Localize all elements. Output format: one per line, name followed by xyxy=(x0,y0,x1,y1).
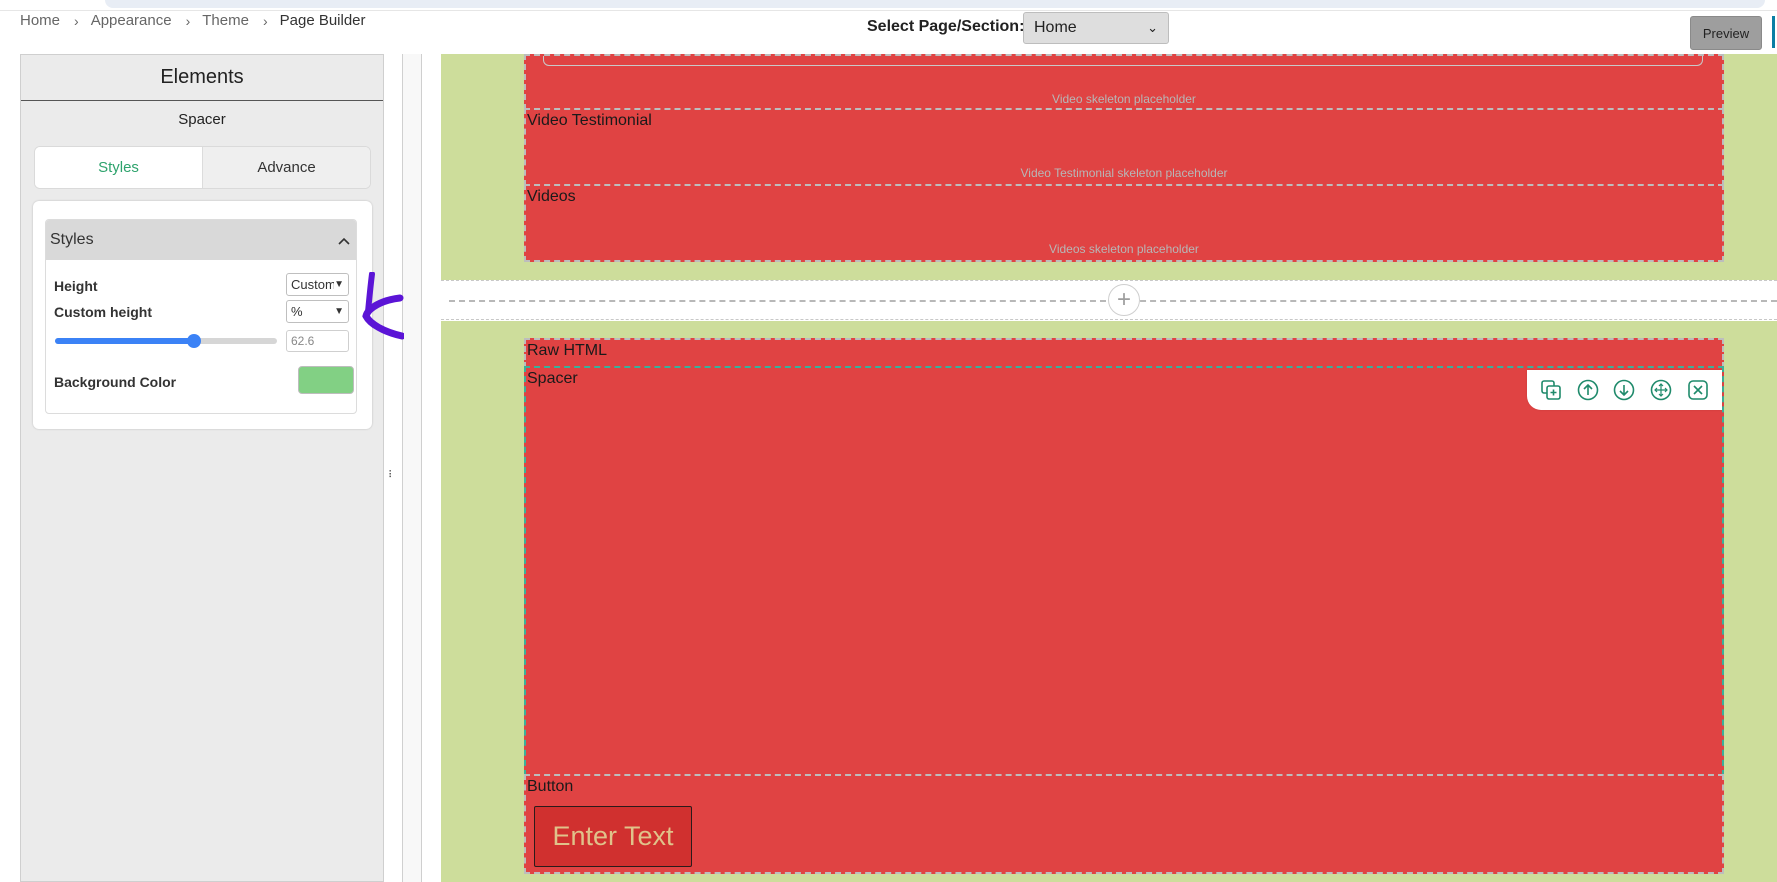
element-raw-html[interactable]: Raw HTML xyxy=(524,338,1724,368)
breadcrumb-page-builder: Page Builder xyxy=(279,12,366,29)
chevron-down-icon: ▼ xyxy=(334,306,344,317)
chevron-down-icon: ⌄ xyxy=(1147,20,1158,35)
slider-fill xyxy=(55,338,194,344)
chevron-up-icon xyxy=(338,233,350,248)
browser-address-strip xyxy=(105,0,1765,8)
drag-move-icon[interactable] xyxy=(1649,378,1673,402)
element-label: Button xyxy=(527,778,574,795)
breadcrumb-home[interactable]: Home xyxy=(20,12,60,29)
height-select-value: Custom xyxy=(291,277,335,292)
page-section-select[interactable]: Home ⌄ xyxy=(1023,12,1169,44)
videos-placeholder: Videos skeleton placeholder xyxy=(1049,242,1199,256)
panel-title: Elements xyxy=(21,55,383,101)
page-select-value: Home xyxy=(1034,19,1077,36)
close-icon[interactable] xyxy=(1686,378,1710,402)
breadcrumb-theme[interactable]: Theme xyxy=(202,12,249,29)
custom-height-input[interactable]: 62.6 xyxy=(286,330,349,352)
select-page-label: Select Page/Section: xyxy=(867,18,1025,35)
chevron-right-icon: › xyxy=(262,12,268,29)
preview-button[interactable]: Preview xyxy=(1690,16,1762,50)
video-testimonial-placeholder: Video Testimonial skeleton placeholder xyxy=(1020,166,1228,180)
height-label: Height xyxy=(54,278,98,294)
enter-text-button[interactable]: Enter Text xyxy=(534,806,692,867)
tab-styles[interactable]: Styles xyxy=(35,147,203,188)
element-video[interactable]: Video skeleton placeholder xyxy=(524,54,1724,110)
styles-accordion-header[interactable]: Styles xyxy=(46,220,356,260)
slider-handle[interactable] xyxy=(186,334,201,348)
tab-advance[interactable]: Advance xyxy=(203,147,370,188)
edge-button-fragment xyxy=(1772,16,1775,48)
element-spacer-selected[interactable]: Spacer xyxy=(524,366,1724,776)
background-color-label: Background Color xyxy=(54,374,177,390)
element-label: Spacer xyxy=(527,370,578,387)
element-label: Raw HTML xyxy=(527,342,608,359)
element-videos[interactable]: Videos Videos skeleton placeholder xyxy=(524,184,1724,262)
custom-height-slider[interactable] xyxy=(55,334,277,348)
height-select[interactable]: Custom ▼ xyxy=(286,273,349,296)
element-video-testimonial[interactable]: Video Testimonial Video Testimonial skel… xyxy=(524,108,1724,186)
video-placeholder: Video skeleton placeholder xyxy=(1052,92,1196,106)
move-up-icon[interactable] xyxy=(1576,378,1600,402)
plus-icon[interactable]: + xyxy=(1108,284,1140,316)
chevron-right-icon: › xyxy=(185,12,191,29)
video-frame xyxy=(543,56,1703,66)
accordion-title: Styles xyxy=(50,231,94,248)
element-label: Videos xyxy=(527,188,576,205)
unit-select-value: % xyxy=(291,304,303,319)
chevron-down-icon: ▼ xyxy=(334,279,344,290)
chevron-right-icon: › xyxy=(74,12,79,29)
element-button[interactable]: Button xyxy=(524,774,1724,874)
element-label: Video Testimonial xyxy=(527,112,652,129)
duplicate-icon[interactable] xyxy=(1539,378,1563,402)
styles-accordion: Styles Height Custom ▼ Custom height % ▼ xyxy=(45,219,357,414)
move-down-icon[interactable] xyxy=(1612,378,1636,402)
annotation-arrow-icon xyxy=(362,272,404,340)
top-divider xyxy=(0,10,1777,11)
custom-height-label: Custom height xyxy=(54,304,152,320)
elements-panel: Elements Spacer Styles Advance Styles He… xyxy=(20,54,384,882)
selected-element-name: Spacer xyxy=(178,110,226,128)
page-builder-screen: Home › Appearance › Theme › Page Builder… xyxy=(0,0,1777,882)
breadcrumb-appearance[interactable]: Appearance xyxy=(91,12,172,29)
element-toolbar xyxy=(1527,370,1722,410)
panel-resize-handle[interactable]: ⠇ xyxy=(388,470,395,481)
panel-tabs: Styles Advance xyxy=(34,146,371,189)
styles-card: Styles Height Custom ▼ Custom height % ▼ xyxy=(33,201,372,429)
background-color-picker[interactable] xyxy=(298,366,354,394)
unit-select[interactable]: % ▼ xyxy=(286,300,349,323)
breadcrumb: Home › Appearance › Theme › Page Builder xyxy=(20,12,366,29)
